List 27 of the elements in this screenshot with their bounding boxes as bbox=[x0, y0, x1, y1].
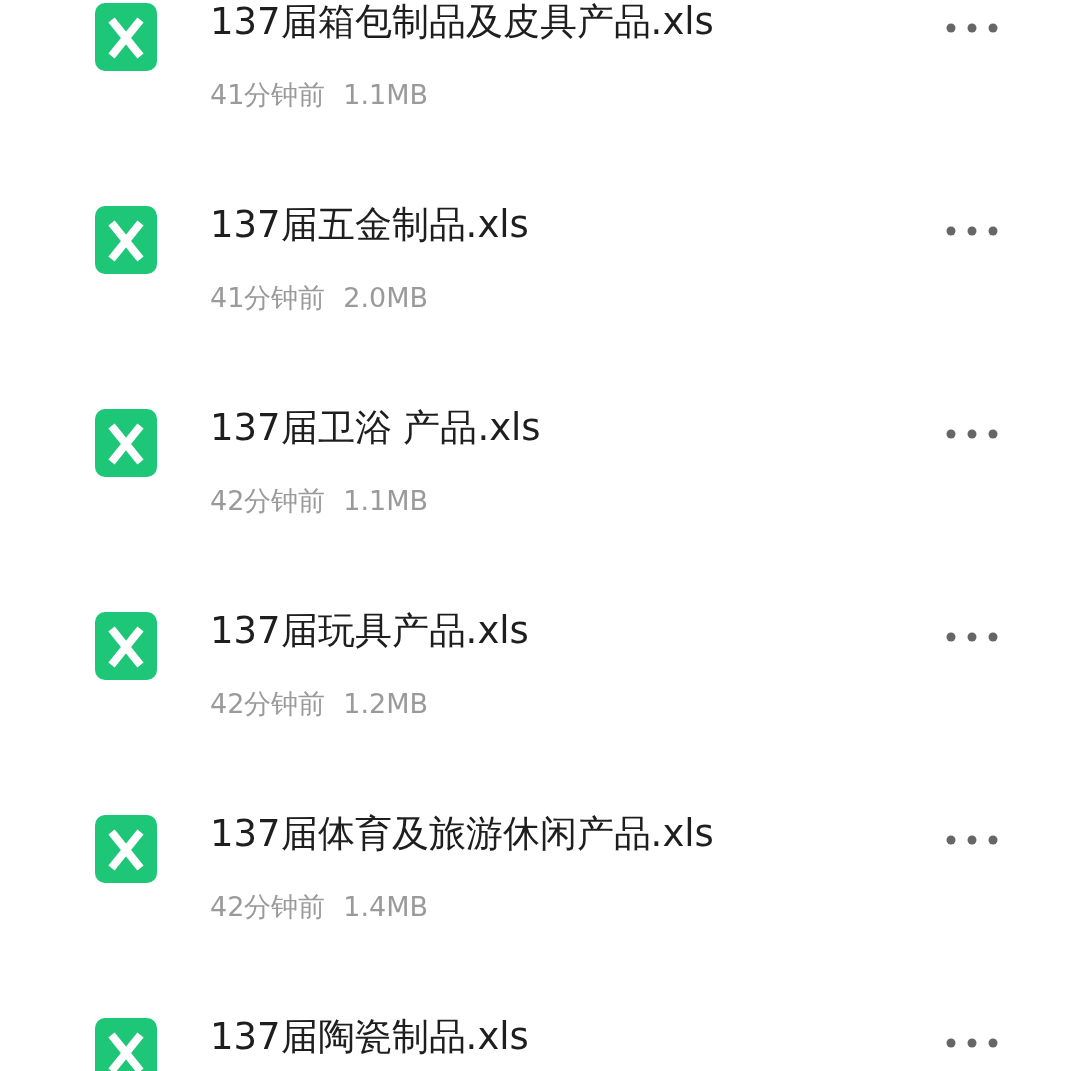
spreadsheet-icon bbox=[95, 612, 157, 680]
modified-time: 42分钟前 bbox=[210, 687, 326, 721]
file-size: 1.1MB bbox=[343, 484, 429, 518]
file-size: 1.4MB bbox=[343, 890, 429, 924]
modified-time: 41分钟前 bbox=[210, 78, 326, 112]
more-icon[interactable] bbox=[946, 835, 998, 845]
more-icon[interactable] bbox=[946, 1038, 998, 1048]
file-name[interactable]: 137届体育及旅游休闲产品.xls bbox=[210, 812, 946, 856]
spreadsheet-icon bbox=[95, 815, 157, 883]
file-name[interactable]: 137届玩具产品.xls bbox=[210, 609, 946, 653]
more-icon[interactable] bbox=[946, 23, 998, 33]
file-name[interactable]: 137届箱包制品及皮具产品.xls bbox=[210, 0, 946, 44]
file-name[interactable]: 137届陶瓷制品.xls bbox=[210, 1015, 946, 1059]
file-name[interactable]: 137届五金制品.xls bbox=[210, 203, 946, 247]
spreadsheet-icon bbox=[95, 409, 157, 477]
more-icon[interactable] bbox=[946, 226, 998, 236]
spreadsheet-icon bbox=[95, 206, 157, 274]
more-icon[interactable] bbox=[946, 632, 998, 642]
modified-time: 41分钟前 bbox=[210, 281, 326, 315]
modified-time: 42分钟前 bbox=[210, 890, 326, 924]
file-name[interactable]: 137届卫浴 产品.xls bbox=[210, 406, 946, 450]
file-size: 1.1MB bbox=[343, 78, 429, 112]
file-size: 1.2MB bbox=[343, 687, 429, 721]
more-icon[interactable] bbox=[946, 429, 998, 439]
modified-time: 42分钟前 bbox=[210, 484, 326, 518]
file-size: 2.0MB bbox=[343, 281, 429, 315]
spreadsheet-icon bbox=[95, 3, 157, 71]
